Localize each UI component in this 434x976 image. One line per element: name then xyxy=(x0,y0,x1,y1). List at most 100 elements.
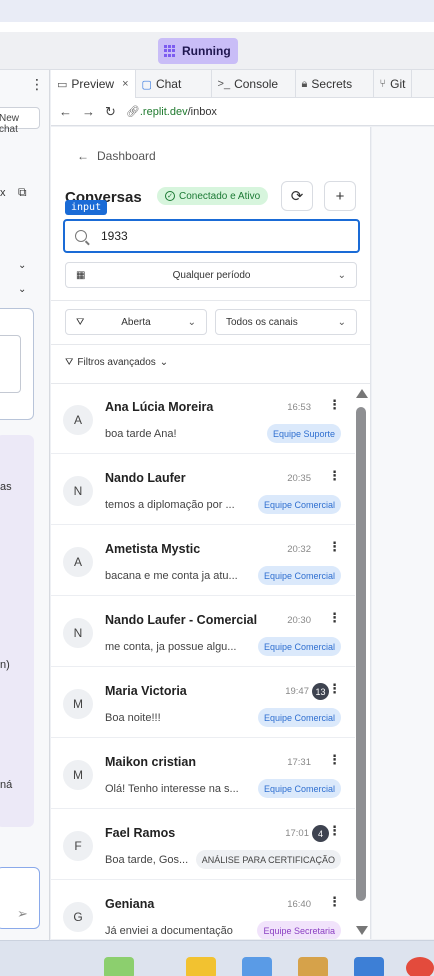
search-input[interactable] xyxy=(101,229,321,243)
more-options-icon[interactable]: ⋮ xyxy=(328,752,341,768)
chevron-down-icon: ⌄ xyxy=(187,316,196,328)
more-options-icon[interactable]: ⋮ xyxy=(328,539,341,555)
advanced-filters-toggle[interactable]: ⛛ Filtros avançados ⌄ xyxy=(65,357,168,368)
terminal-icon: >_ xyxy=(217,78,231,90)
refresh-button[interactable]: ⟳ xyxy=(281,181,313,211)
left-fragment-x: x xyxy=(0,187,6,199)
notepad-icon[interactable] xyxy=(354,957,384,976)
back-to-dashboard-link[interactable]: ← Dashboard xyxy=(77,149,156,163)
message-preview: Olá! Tenho interesse na s... xyxy=(105,783,239,795)
conversation-item[interactable]: F Fael Ramos 17:01 4 ⋮ Boa tarde, Gos... ANÁLI… xyxy=(51,809,355,880)
avatar: M xyxy=(63,689,93,719)
scrollbar-thumb[interactable] xyxy=(356,407,366,901)
tab-git[interactable]: ⑂ Git xyxy=(374,70,413,98)
lock-icon: 🔒︎ xyxy=(301,77,308,90)
timestamp: 16:53 xyxy=(287,402,311,413)
lock-app-icon[interactable] xyxy=(298,957,328,976)
more-options-icon[interactable]: ⋮ xyxy=(328,894,341,910)
send-icon[interactable]: ➢ xyxy=(17,906,28,922)
contact-name: Ana Lúcia Moreira xyxy=(105,400,214,414)
chevron-down-icon[interactable]: ⌄ xyxy=(18,284,26,295)
new-conversation-button[interactable]: + xyxy=(324,181,356,211)
calendar-icon: ▦ xyxy=(76,269,86,281)
avatar: A xyxy=(63,547,93,577)
more-options-icon[interactable]: ⋮ xyxy=(328,823,341,839)
chat-icon: ▢ xyxy=(141,78,152,91)
divider xyxy=(51,344,370,345)
forward-arrow-icon[interactable]: → xyxy=(82,104,95,119)
conversation-item[interactable]: M Maria Victoria 19:47 13 ⋮ Boa noite!!! Equip… xyxy=(51,667,355,738)
timestamp: 17:31 xyxy=(287,757,311,768)
contact-name: Fael Ramos xyxy=(105,826,176,840)
tab-console[interactable]: >_ Console xyxy=(212,70,296,98)
conversation-item[interactable]: N Nando Laufer 20:35 ⋮ temos a diplomação po… xyxy=(51,454,355,525)
app-icon-blue[interactable] xyxy=(242,957,272,976)
avatar: A xyxy=(63,405,93,435)
contact-name: Nando Laufer xyxy=(105,471,186,485)
message-preview: me conta, ja possue algu... xyxy=(105,641,237,653)
open-external-icon[interactable]: ⧉ xyxy=(18,185,27,200)
element-inspector-label: input xyxy=(65,200,108,215)
search-box[interactable] xyxy=(63,219,360,253)
timestamp: 20:35 xyxy=(287,473,311,484)
scrollbar[interactable] xyxy=(354,387,368,935)
channel-filter-select[interactable]: Todos os canais ⌄ xyxy=(215,309,357,335)
timestamp: 20:32 xyxy=(287,544,311,555)
message-preview: bacana e me conta ja atu... xyxy=(105,570,238,582)
chevron-down-icon: ⌄ xyxy=(337,316,346,328)
new-chat-button[interactable]: New chat xyxy=(0,107,40,135)
more-options-icon[interactable]: ⋮ xyxy=(30,76,44,93)
chat-input-box[interactable]: ➢ xyxy=(0,867,40,929)
conversation-item[interactable]: A Ametista Mystic 20:32 ⋮ bacana e me conta … xyxy=(51,525,355,596)
app-icon-beach[interactable] xyxy=(104,957,134,976)
folder-icon[interactable] xyxy=(186,957,216,976)
avatar: M xyxy=(63,760,93,790)
unread-count-badge: 13 xyxy=(312,683,329,700)
browser-icon[interactable] xyxy=(406,957,434,976)
link-icon: 🔗︎ xyxy=(125,106,140,118)
reload-icon[interactable]: ↻ xyxy=(105,104,116,120)
conversation-item[interactable]: M Maikon cristian 17:31 ⋮ Olá! Tenho interes… xyxy=(51,738,355,809)
team-tag: Equipe Comercial xyxy=(257,566,341,585)
conversation-item[interactable]: G Geniana 16:40 ⋮ Já enviei a documentação Eq… xyxy=(51,880,355,939)
left-input-box[interactable] xyxy=(0,308,34,420)
tab-preview[interactable]: ▭ Preview × xyxy=(51,70,136,98)
more-options-icon[interactable]: ⋮ xyxy=(328,397,341,413)
tab-secrets[interactable]: 🔒︎ Secrets xyxy=(296,70,374,98)
left-chat-panel: ⋮ New chat x ⧉ ⌄ ⌄ as n) ná ➢ xyxy=(0,70,50,940)
team-tag: Equipe Comercial xyxy=(257,495,341,514)
inbox-app: ← Dashboard Conversas ✓ Conectado e Ativ… xyxy=(51,127,371,939)
tab-chat[interactable]: ▢ Chat xyxy=(136,70,212,98)
timestamp: 16:40 xyxy=(287,899,311,910)
more-options-icon[interactable]: ⋮ xyxy=(328,610,341,626)
git-icon: ⑂ xyxy=(379,78,387,90)
status-badge: ✓ Conectado e Ativo xyxy=(157,187,269,205)
avatar: N xyxy=(63,618,93,648)
refresh-icon: ⟳ xyxy=(290,188,304,205)
browser-top-band xyxy=(0,0,434,22)
message-preview: Boa noite!!! xyxy=(105,712,161,724)
url-field[interactable]: 🔗︎.replit.dev/inbox xyxy=(126,105,217,118)
status-filter-select[interactable]: ⛛ Aberta ⌄ xyxy=(65,309,207,335)
scroll-up-icon[interactable] xyxy=(356,389,368,398)
contact-name: Maria Victoria xyxy=(105,684,187,698)
timestamp: 19:47 xyxy=(285,686,309,697)
running-label: Running xyxy=(182,44,231,58)
message-preview: boa tarde Ana! xyxy=(105,428,177,440)
close-icon[interactable]: × xyxy=(122,78,128,90)
contact-name: Maikon cristian xyxy=(105,755,196,769)
chevron-down-icon[interactable]: ⌄ xyxy=(18,260,26,271)
period-select[interactable]: ▦ Qualquer período ⌄ xyxy=(65,262,357,288)
more-options-icon[interactable]: ⋮ xyxy=(328,468,341,484)
conversation-item[interactable]: N Nando Laufer - Comercial 20:30 ⋮ me conta,… xyxy=(51,596,355,667)
running-button[interactable]: Running xyxy=(158,38,238,64)
left-fragment-as: as xyxy=(0,481,12,493)
team-tag: Equipe Secretaria xyxy=(257,921,341,939)
more-options-icon[interactable]: ⋮ xyxy=(328,681,341,697)
unread-count-badge: 4 xyxy=(312,825,329,842)
conversation-item[interactable]: A Ana Lúcia Moreira 16:53 ⋮ boa tarde Ana! Eq… xyxy=(51,383,355,454)
workspace-tabs: ▭ Preview × ▢ Chat >_ Console 🔒︎ Secrets… xyxy=(51,70,434,98)
back-arrow-icon[interactable]: ← xyxy=(59,104,72,119)
scroll-down-icon[interactable] xyxy=(356,926,368,935)
conversation-list: A Ana Lúcia Moreira 16:53 ⋮ boa tarde Ana! Eq… xyxy=(51,383,355,939)
